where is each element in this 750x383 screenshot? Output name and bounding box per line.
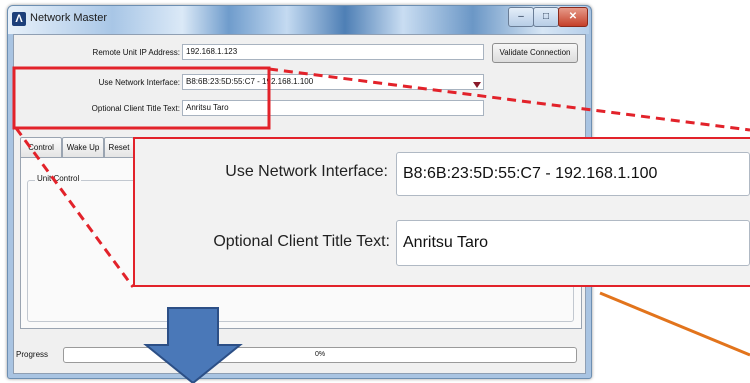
zoom-interface-value: B8:6B:23:5D:55:C7 - 192.168.1.100: [396, 152, 750, 196]
zoom-interface-label: Use Network Interface:: [225, 163, 388, 180]
dashed-pointer-bottom: [14, 127, 135, 288]
zoom-client-title-label: Optional Client Title Text:: [213, 233, 390, 250]
highlight-box: [12, 66, 271, 130]
dashed-pointer-top: [268, 67, 750, 132]
down-arrow-icon: [143, 307, 243, 383]
pointer-line: [599, 291, 750, 357]
zoom-client-title-value: Anritsu Taro: [396, 220, 750, 266]
